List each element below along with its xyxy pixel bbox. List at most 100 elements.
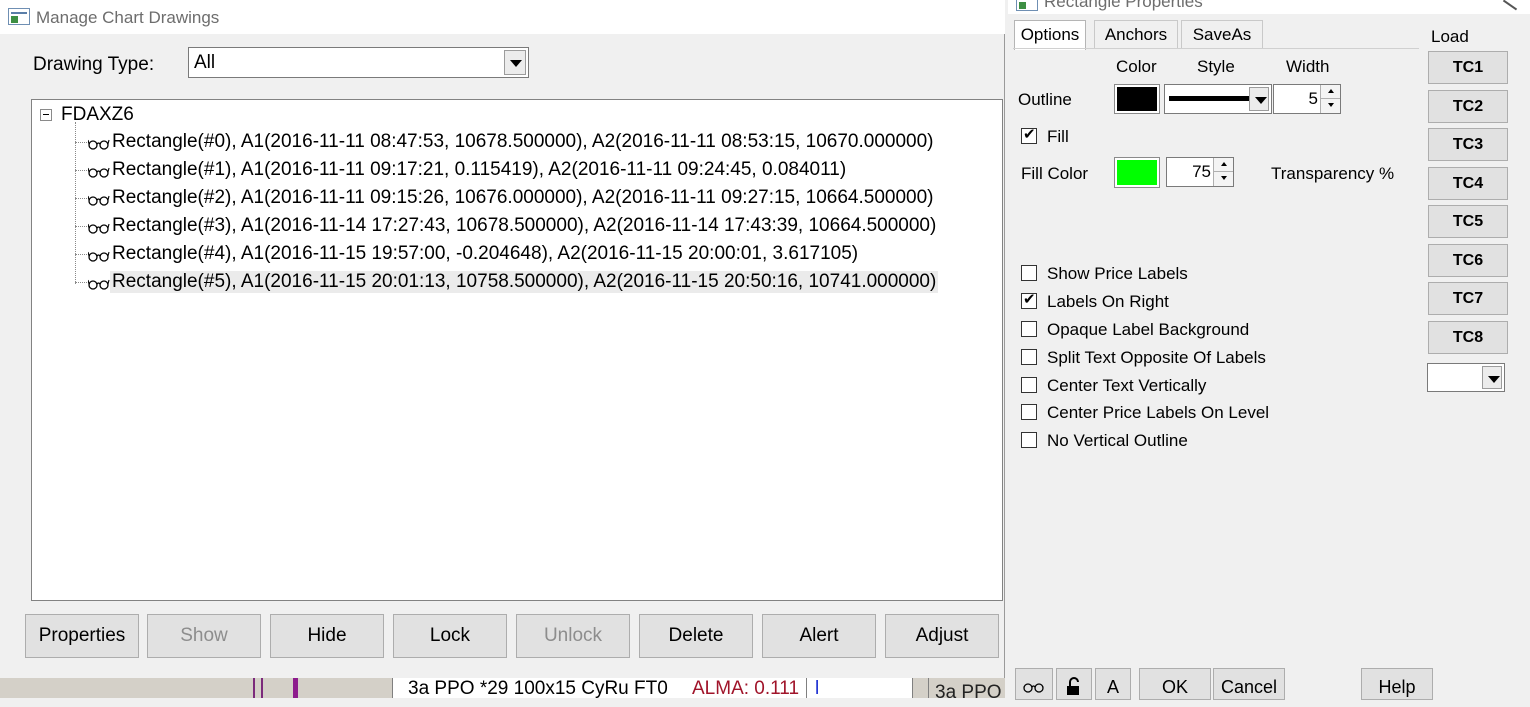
drawing-type-dropdown[interactable]: All bbox=[188, 47, 529, 78]
template-button-tc3[interactable]: TC3 bbox=[1428, 128, 1508, 161]
chart-marker bbox=[293, 678, 298, 698]
glasses-icon bbox=[1023, 683, 1044, 693]
tab-divider bbox=[1013, 48, 1419, 49]
style-header: Style bbox=[1197, 57, 1235, 76]
opaque-label-background-checkbox[interactable] bbox=[1021, 321, 1037, 337]
fill-checkbox[interactable] bbox=[1021, 126, 1037, 144]
chart-status-strip: 3a PPO *29 100x15 CyRu FT0 ALMA: 0.111 l… bbox=[0, 678, 1005, 698]
window-title: Manage Chart Drawings bbox=[36, 8, 220, 27]
outline-color-swatch[interactable] bbox=[1114, 84, 1160, 114]
glasses-icon bbox=[88, 139, 110, 150]
tree-connector bbox=[75, 226, 87, 227]
tab-options[interactable]: Options bbox=[1014, 20, 1086, 50]
lock-toggle-button[interactable] bbox=[1056, 668, 1092, 700]
spin-up-icon[interactable] bbox=[1320, 85, 1340, 99]
color-header: Color bbox=[1116, 57, 1157, 76]
show-price-labels-label: Show Price Labels bbox=[1047, 264, 1188, 283]
show-button[interactable]: Show bbox=[147, 614, 261, 658]
template-button-tc1[interactable]: TC1 bbox=[1428, 51, 1508, 84]
window-app-icon bbox=[8, 8, 30, 25]
help-button[interactable]: Help bbox=[1361, 668, 1433, 700]
lock-button[interactable]: Lock bbox=[393, 614, 507, 658]
cancel-button[interactable]: Cancel bbox=[1213, 668, 1285, 700]
ppo-indicator-text: 3a PPO *29 100x15 CyRu FT0 bbox=[408, 678, 668, 698]
tab-anchors[interactable]: Anchors bbox=[1094, 20, 1178, 49]
load-label: Load bbox=[1431, 27, 1469, 46]
center-price-labels-label: Center Price Labels On Level bbox=[1047, 403, 1270, 422]
transparency-spinner[interactable]: 75 bbox=[1166, 157, 1234, 187]
window-app-icon bbox=[1016, 0, 1038, 11]
center-text-vertically-checkbox[interactable] bbox=[1021, 377, 1037, 393]
tree-root-symbol[interactable]: FDAXZ6 bbox=[61, 104, 134, 126]
ok-button[interactable]: OK bbox=[1139, 668, 1211, 700]
tree-connector bbox=[75, 254, 87, 255]
chevron-down-icon[interactable] bbox=[1249, 87, 1269, 111]
collapse-icon[interactable] bbox=[40, 109, 52, 121]
manage-drawings-titlebar[interactable]: Manage Chart Drawings bbox=[0, 0, 1005, 34]
center-price-labels-checkbox[interactable] bbox=[1021, 404, 1037, 420]
tree-item-label: Rectangle(#2), A1(2016-11-11 09:15:26, 1… bbox=[112, 187, 934, 208]
no-vertical-outline-checkbox[interactable] bbox=[1021, 432, 1037, 448]
alert-button[interactable]: Alert bbox=[762, 614, 876, 658]
tree-connector bbox=[75, 282, 87, 283]
alma-indicator-text: ALMA: 0.111 bbox=[692, 678, 800, 698]
fill-label: Fill bbox=[1047, 127, 1069, 146]
outline-width-value: 5 bbox=[1308, 89, 1318, 108]
divider bbox=[392, 678, 393, 698]
tree-item-label: Rectangle(#5), A1(2016-11-15 20:01:13, 1… bbox=[110, 271, 939, 293]
hide-button[interactable]: Hide bbox=[270, 614, 384, 658]
glasses-icon bbox=[88, 223, 110, 234]
line-style-preview bbox=[1169, 96, 1249, 101]
chart-marker bbox=[253, 678, 263, 698]
window-title: Rectangle Properties bbox=[1044, 0, 1203, 11]
drawing-type-label: Drawing Type: bbox=[33, 54, 155, 75]
template-button-tc4[interactable]: TC4 bbox=[1428, 167, 1508, 200]
chevron-down-icon[interactable] bbox=[504, 50, 526, 75]
visibility-toggle-button[interactable] bbox=[1015, 668, 1053, 700]
cursor-marker: l bbox=[815, 678, 820, 698]
split-text-opposite-checkbox[interactable] bbox=[1021, 349, 1037, 365]
divider bbox=[912, 678, 913, 698]
transparency-value: 75 bbox=[1192, 162, 1211, 181]
template-button-tc2[interactable]: TC2 bbox=[1428, 90, 1508, 123]
text-button[interactable]: A bbox=[1095, 668, 1131, 700]
transparency-label: Transparency % bbox=[1271, 164, 1395, 183]
spin-down-icon[interactable] bbox=[1213, 172, 1233, 186]
labels-on-right-label: Labels On Right bbox=[1047, 292, 1169, 311]
drawing-type-value: All bbox=[194, 52, 216, 73]
spin-down-icon[interactable] bbox=[1320, 99, 1340, 113]
unlock-button[interactable]: Unlock bbox=[516, 614, 630, 658]
spin-up-icon[interactable] bbox=[1213, 158, 1233, 172]
divider bbox=[928, 678, 929, 698]
template-button-tc6[interactable]: TC6 bbox=[1428, 244, 1508, 277]
drawings-tree[interactable]: FDAXZ6 Rectangle(#0), A1(2016-11-11 08:4… bbox=[31, 99, 1003, 601]
opaque-label-background-label: Opaque Label Background bbox=[1047, 320, 1250, 339]
rectangle-properties-titlebar[interactable]: Rectangle Properties bbox=[1008, 0, 1530, 14]
template-button-tc8[interactable]: TC8 bbox=[1428, 321, 1508, 354]
outline-width-spinner[interactable]: 5 bbox=[1273, 84, 1341, 114]
template-button-tc5[interactable]: TC5 bbox=[1428, 205, 1508, 238]
fill-color-label: Fill Color bbox=[1021, 164, 1089, 183]
close-icon[interactable] bbox=[1494, 0, 1530, 14]
no-vertical-outline-label: No Vertical Outline bbox=[1047, 431, 1188, 450]
outline-label: Outline bbox=[1018, 90, 1072, 109]
tree-item-label: Rectangle(#3), A1(2016-11-14 17:27:43, 1… bbox=[112, 215, 937, 236]
divider bbox=[806, 678, 807, 698]
template-button-tc7[interactable]: TC7 bbox=[1428, 282, 1508, 315]
unlock-icon bbox=[1067, 677, 1079, 695]
delete-button[interactable]: Delete bbox=[639, 614, 753, 658]
glasses-icon bbox=[88, 251, 110, 262]
tab-saveas[interactable]: SaveAs bbox=[1181, 20, 1263, 49]
fill-color-swatch[interactable] bbox=[1114, 157, 1160, 188]
show-price-labels-checkbox[interactable] bbox=[1021, 265, 1037, 281]
chevron-down-icon[interactable] bbox=[1482, 366, 1502, 389]
outline-style-dropdown[interactable] bbox=[1164, 84, 1272, 114]
adjust-button[interactable]: Adjust bbox=[885, 614, 999, 658]
tree-item-label: Rectangle(#1), A1(2016-11-11 09:17:21, 0… bbox=[112, 159, 847, 180]
tree-connector bbox=[75, 198, 87, 199]
properties-button[interactable]: Properties bbox=[25, 614, 139, 658]
tree-item-label: Rectangle(#0), A1(2016-11-11 08:47:53, 1… bbox=[112, 131, 934, 152]
ppo-indicator-text-2: 3a PPO bbox=[935, 682, 1002, 698]
load-template-dropdown[interactable] bbox=[1427, 363, 1505, 392]
labels-on-right-checkbox[interactable] bbox=[1021, 291, 1037, 309]
